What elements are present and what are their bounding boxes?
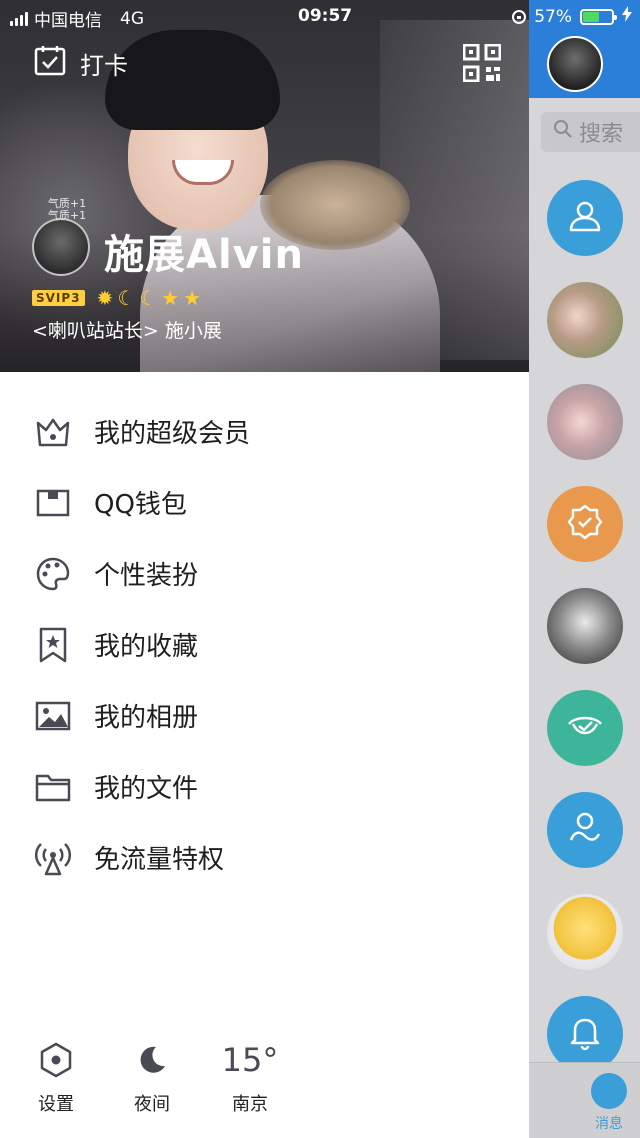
search-icon — [553, 119, 573, 145]
settings-hexagon-icon — [16, 1040, 96, 1080]
clock: 09:57 — [298, 6, 353, 26]
qr-code-icon[interactable] — [462, 43, 502, 83]
conversation-avatar[interactable] — [547, 384, 623, 460]
sun-icon: ✹ — [96, 286, 114, 310]
avatar[interactable] — [32, 218, 90, 276]
side-drawer: 打卡 气质+1 气质+1 施展Alvin SVIP3 ✹ ☾ ☾ ★ ★ <喇叭… — [0, 0, 529, 1138]
avatar[interactable] — [547, 36, 603, 92]
tab-messages-label: 消息 — [595, 1116, 623, 1132]
calendar-check-icon — [34, 44, 66, 82]
conversation-avatar-verified[interactable] — [547, 486, 623, 562]
settings-label: 设置 — [38, 1094, 74, 1115]
star-icon: ★ — [161, 286, 180, 310]
signature-text: <喇叭站站长> 施小展 — [32, 320, 222, 342]
people-icon — [565, 196, 605, 240]
conversation-avatar[interactable] — [547, 588, 623, 664]
conversation-avatar-notifications[interactable] — [547, 996, 623, 1072]
menu-item-files[interactable]: 我的文件 — [0, 751, 529, 822]
weather-widget[interactable]: 15° 南京 — [210, 1040, 290, 1116]
search-bar[interactable]: 搜索 — [541, 112, 640, 152]
photo-icon — [34, 697, 72, 735]
status-bar: 中国电信 4G 09:57 57% — [0, 0, 640, 32]
conversation-list-preview[interactable]: 搜索 消息 — [529, 0, 640, 1138]
settings-button[interactable]: 设置 — [16, 1040, 96, 1116]
nickname: 施展Alvin — [104, 232, 304, 278]
city-label: 南京 — [232, 1094, 268, 1115]
conversation-avatar-eye[interactable] — [547, 690, 623, 766]
bookmark-star-icon — [34, 626, 72, 664]
drawer-bottom-bar: 设置 夜间 15° 南京 — [0, 1040, 529, 1120]
night-mode-button[interactable]: 夜间 — [112, 1040, 192, 1116]
menu-item-wallet[interactable]: QQ钱包 — [0, 467, 529, 538]
star-icon: ★ — [183, 286, 202, 310]
conversation-avatar-friend[interactable] — [547, 792, 623, 868]
badge-check-icon — [565, 502, 605, 546]
checkin-button[interactable]: 打卡 — [34, 44, 128, 82]
carrier-name: 中国电信 — [34, 11, 102, 31]
crown-icon — [34, 413, 72, 451]
drawer-menu: 我的超级会员 QQ钱包 个性装扮 我的收藏 我的相册 我的文件 免流量特权 — [0, 396, 529, 893]
avatar-badge: 气质+1 气质+1 — [47, 197, 87, 222]
tab-bar: 消息 — [529, 1062, 640, 1138]
infinity-person-icon — [565, 808, 605, 852]
menu-item-personalize[interactable]: 个性装扮 — [0, 538, 529, 609]
search-placeholder: 搜索 — [579, 122, 624, 147]
menu-item-free-data[interactable]: 免流量特权 — [0, 822, 529, 893]
bell-icon — [565, 1012, 605, 1056]
menu-item-super-member[interactable]: 我的超级会员 — [0, 396, 529, 467]
wallet-icon — [34, 484, 72, 522]
moon-icon: ☾ — [139, 286, 158, 310]
tab-messages[interactable]: 消息 — [587, 1073, 631, 1133]
signal-strength-icon — [10, 11, 28, 26]
palette-icon — [34, 555, 72, 593]
badge-row[interactable]: SVIP3 ✹ ☾ ☾ ★ ★ — [32, 288, 201, 308]
moon-icon: ☾ — [117, 286, 136, 310]
menu-item-album[interactable]: 我的相册 — [0, 680, 529, 751]
checkin-label: 打卡 — [80, 51, 128, 80]
eye-icon — [565, 706, 605, 750]
temperature: 15° — [221, 1041, 279, 1079]
network-type: 4G — [120, 8, 144, 29]
moon-icon — [112, 1040, 192, 1080]
conversation-avatar[interactable] — [547, 282, 623, 358]
conversation-avatar-contacts[interactable] — [547, 180, 623, 256]
folder-icon — [34, 768, 72, 806]
orientation-lock-icon — [512, 9, 527, 24]
battery-icon — [580, 8, 617, 25]
svip-badge: SVIP3 — [32, 290, 85, 306]
conversation-avatar-emoji[interactable] — [547, 894, 623, 970]
antenna-icon — [34, 839, 72, 877]
night-label: 夜间 — [134, 1094, 170, 1115]
battery-percent: 57% — [534, 6, 572, 27]
menu-item-favorites[interactable]: 我的收藏 — [0, 609, 529, 680]
charging-bolt-icon — [622, 6, 632, 27]
message-bubble-icon — [591, 1073, 627, 1109]
